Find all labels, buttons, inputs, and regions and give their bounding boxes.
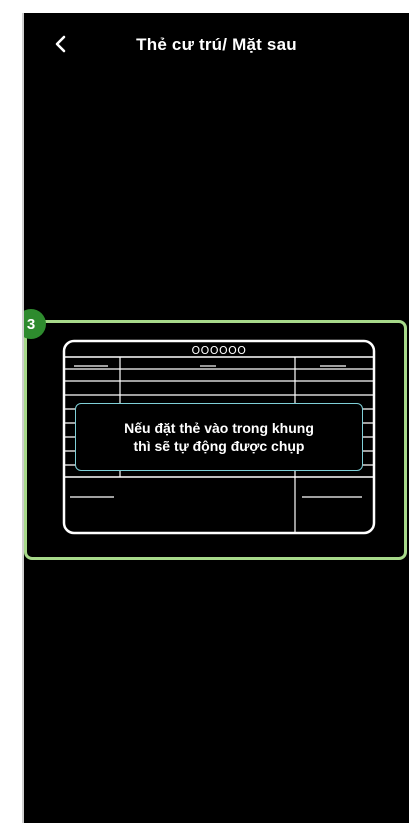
header-bar: Thẻ cư trú/ Mặt sau [24, 27, 409, 63]
auto-capture-hint: Nếu đặt thẻ vào trong khung thì sẽ tự độ… [75, 403, 363, 471]
hint-line-1: Nếu đặt thẻ vào trong khung [124, 420, 314, 436]
page-title: Thẻ cư trú/ Mặt sau [136, 35, 297, 54]
hint-line-2: thì sẽ tự động được chụp [133, 438, 305, 454]
camera-screen: Thẻ cư trú/ Mặt sau 3 OOOOOO Nếu đặt thẻ… [24, 13, 409, 823]
card-number-placeholder: OOOOOO [192, 344, 247, 357]
